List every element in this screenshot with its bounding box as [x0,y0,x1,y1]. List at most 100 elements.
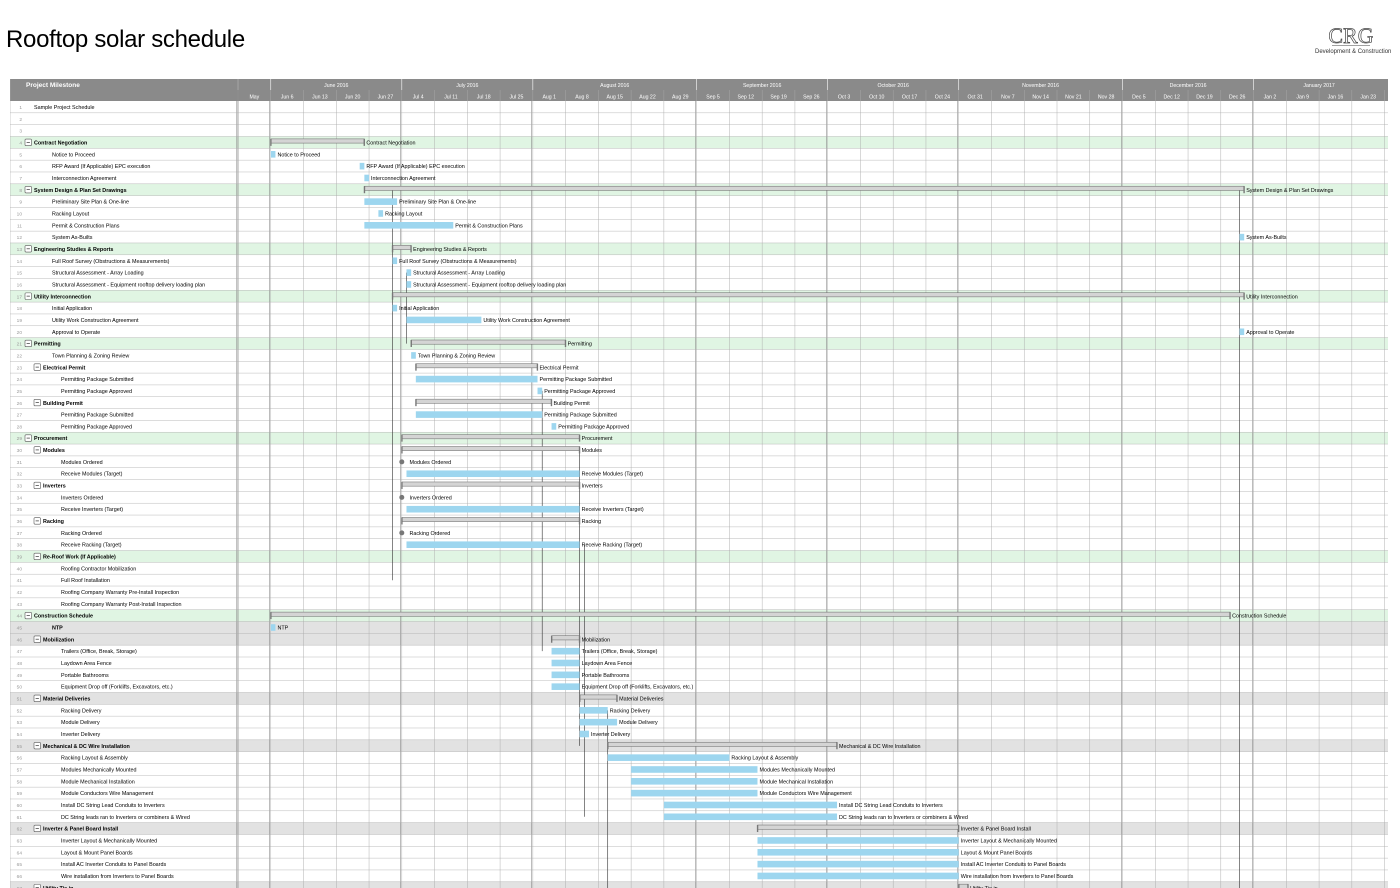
row-number: 66 [17,874,23,880]
gantt-svg: Project Milestone June 2016 July 2016 Augus… [10,79,1388,888]
bar-label: Inverters [582,484,603,490]
row-background [10,621,1388,634]
bar-label: Modules Ordered [409,460,451,466]
week-label: Jun 20 [345,95,361,101]
task-bar [415,375,538,383]
row-number: 9 [19,200,22,206]
summary-bar [364,185,1245,191]
week-label: Jan 9 [1296,95,1309,101]
row-background [10,550,1388,563]
task-name: Modules [43,448,65,454]
month-label: November 2016 [1022,83,1059,89]
bar-label: Permitting Package Approved [544,389,615,395]
row-background [10,148,1388,161]
summary-bar [392,292,1245,298]
row-background [10,491,1388,504]
bar-label: Racking Layout [385,211,423,217]
row-number: 26 [17,401,23,407]
month-label: January 2017 [1303,83,1335,89]
row-number: 31 [17,460,23,466]
bar-label: Racking Delivery [610,708,651,714]
summary-bar [401,517,580,522]
summary-bar-cap [1229,612,1231,620]
week-label: Jan 2 [1264,95,1277,101]
task-name: Full Roof Installation [61,578,110,584]
task-bar [579,707,608,714]
task-name: Racking Layout & Assembly [61,756,128,762]
row-background [10,266,1388,279]
task-bar [607,754,730,761]
page-title: Rooftop solar schedule [6,26,245,53]
week-label: Oct 10 [869,95,884,101]
row-number: 14 [17,259,23,265]
task-bar [579,718,618,726]
row-background [10,869,1388,882]
row-number: 64 [17,850,23,856]
week-label: Sep 19 [770,95,787,101]
row-background [10,680,1388,693]
summary-bar [415,398,552,404]
task-name: Structural Assessment - Equipment roofto… [52,282,205,288]
bar-label: Full Roof Survey (Obstructions & Measure… [399,259,517,265]
task-name: Equipment Drop off (Forklifts, Excavator… [61,685,173,691]
bar-label: Equipment Drop off (Forklifts, Excavator… [582,685,694,691]
bar-label: Module Conductors Wire Management [759,791,852,797]
task-bar [392,304,398,312]
task-name: Electrical Permit [43,365,85,371]
row-background [10,846,1388,859]
week-label: May [249,95,259,101]
task-bar [378,210,384,217]
task-name: Roofing Contractor Mobilization [61,566,136,572]
row-number: 44 [17,614,23,620]
row-number: 6 [19,164,22,170]
row-background [10,562,1388,575]
task-name: Install DC String Lead Conduits to Inver… [61,803,165,809]
summary-bar-cap [363,186,366,194]
row-background [10,373,1388,385]
row-number: 27 [17,413,23,419]
task-bar [551,659,580,667]
logo-subtitle: Development & Construction [1315,49,1392,55]
row-background [10,101,1388,113]
task-name: Permitting [34,342,61,348]
summary-bar-cap [957,825,960,833]
week-label: Nov 7 [1001,95,1015,101]
row-number: 2 [19,117,22,123]
row-number: 39 [17,555,23,561]
task-bar [406,541,580,549]
row-background [10,692,1388,705]
row-number: 56 [17,756,23,762]
task-name: Procurement [34,436,67,442]
bar-label: Racking Layout & Assembly [731,756,798,762]
task-name: Layout & Mount Panel Boards [61,850,133,856]
task-bar [415,411,543,418]
bar-label: Modules [582,448,603,454]
task-bar [757,837,959,844]
task-name: Contract Negotiation [34,140,87,146]
row-background [10,408,1388,421]
task-name: Building Permit [43,401,83,407]
week-label: Jul 18 [477,95,491,101]
task-name: Utility Work Construction Agreement [52,318,139,324]
summary-bar [415,363,538,369]
task-bar [663,813,838,821]
week-label: Aug 29 [672,95,689,101]
row-background [10,467,1388,480]
row-number: 21 [17,342,23,348]
task-bar [270,624,276,631]
bar-label: Trailers (Office, Break, Storage) [582,649,658,655]
summary-bar [270,611,1231,617]
row-background [10,420,1388,433]
summary-bar-cap [270,138,272,146]
task-name: NTP [52,626,63,632]
row-number: 41 [17,578,23,584]
bar-label: Module Mechanical Installation [759,779,833,785]
row-number: 16 [17,282,23,288]
row-background [10,455,1388,468]
row-number: 42 [17,590,23,596]
task-name: Engineering Studies & Reports [34,247,113,253]
bar-label: Racking [582,519,601,525]
task-name: Town Planning & Zoning Review [52,353,129,359]
task-name: Full Roof Survey (Obstructions & Measure… [52,259,170,265]
row-background [10,432,1388,445]
